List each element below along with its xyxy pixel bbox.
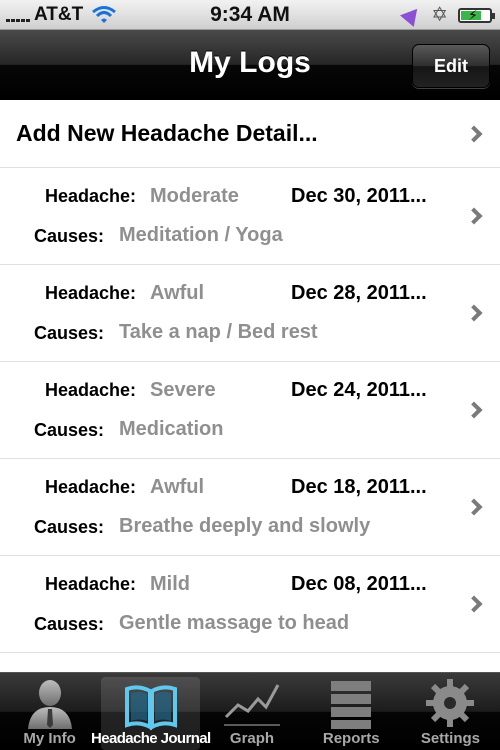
- navigation-bar: My Logs Edit: [0, 30, 500, 100]
- status-right-icons: ✡ ⚡: [400, 3, 495, 27]
- causes-value: Meditation / Yoga: [119, 224, 283, 246]
- edit-button[interactable]: Edit: [412, 44, 490, 88]
- chevron-right-icon: [465, 207, 483, 225]
- chevron-right-icon: [465, 595, 483, 613]
- table-row[interactable]: Headache: Severe Dec 24, 2011... Causes:…: [0, 362, 500, 459]
- headache-value: Moderate: [150, 185, 239, 207]
- add-headache-detail-row[interactable]: Add New Headache Detail...: [0, 100, 500, 168]
- causes-label: Causes:: [33, 517, 104, 537]
- tab-graph[interactable]: Graph: [202, 673, 301, 750]
- tab-label: Reports: [322, 730, 380, 747]
- log-date: Dec 30, 2011...: [291, 185, 427, 207]
- tab-my-info[interactable]: My Info: [0, 673, 99, 750]
- headache-label: Headache:: [44, 283, 136, 303]
- tab-label: Graph: [229, 730, 275, 747]
- causes-label: Causes:: [33, 226, 104, 246]
- causes-value: Breathe deeply and slowly: [119, 515, 371, 537]
- reports-icon: [331, 681, 372, 729]
- causes-value: Take a nap / Bed rest: [119, 321, 318, 343]
- tab-bar: My Info Headache Journal Graph Reports S…: [0, 672, 500, 750]
- chevron-right-icon: [465, 401, 483, 419]
- headache-value: Mild: [150, 573, 190, 595]
- causes-value: Gentle massage to head: [119, 612, 350, 634]
- headache-label: Headache:: [44, 186, 136, 206]
- headache-label: Headache:: [44, 574, 136, 594]
- log-date: Dec 24, 2011...: [291, 379, 427, 401]
- headache-value: Awful: [150, 476, 205, 498]
- tab-label: My Info: [23, 730, 76, 747]
- table-row[interactable]: Headache: Awful Dec 18, 2011... Causes: …: [0, 459, 500, 556]
- causes-label: Causes:: [33, 323, 104, 343]
- table-row[interactable]: Headache: Mild Dec 08, 2011... Causes: G…: [0, 556, 500, 653]
- book-icon: [124, 685, 177, 731]
- headache-value: Severe: [150, 379, 216, 401]
- log-date: Dec 08, 2011...: [291, 573, 427, 595]
- causes-label: Causes:: [33, 614, 104, 634]
- causes-label: Causes:: [33, 420, 104, 440]
- tab-reports[interactable]: Reports: [302, 673, 401, 750]
- causes-value: Medication: [119, 418, 224, 440]
- headache-value: Awful: [150, 282, 205, 304]
- tab-settings[interactable]: Settings: [401, 673, 500, 750]
- battery-icon: ⚡: [458, 7, 495, 23]
- headache-label: Headache:: [44, 477, 136, 497]
- logs-table: Add New Headache Detail... Headache: Mod…: [0, 100, 500, 653]
- chevron-right-icon: [465, 125, 483, 143]
- location-icon: [400, 3, 425, 27]
- table-row[interactable]: Headache: Moderate Dec 30, 2011... Cause…: [0, 168, 500, 265]
- log-date: Dec 28, 2011...: [291, 282, 427, 304]
- table-row[interactable]: Headache: Awful Dec 28, 2011... Causes: …: [0, 265, 500, 362]
- add-headache-detail-label: Add New Headache Detail...: [16, 120, 318, 146]
- tab-label: Headache Journal: [90, 730, 211, 747]
- tab-label: Settings: [420, 730, 480, 747]
- bluetooth-icon: ✡: [431, 4, 448, 26]
- graph-icon: [224, 684, 280, 726]
- headache-label: Headache:: [44, 380, 136, 400]
- tab-headache-journal[interactable]: Headache Journal: [91, 677, 211, 750]
- log-date: Dec 18, 2011...: [291, 476, 427, 498]
- person-icon: [27, 680, 72, 729]
- gear-icon: [426, 679, 475, 727]
- chevron-right-icon: [465, 304, 483, 322]
- status-bar: AT&T 9:34 AM ✡ ⚡: [0, 0, 500, 30]
- chevron-right-icon: [465, 498, 483, 516]
